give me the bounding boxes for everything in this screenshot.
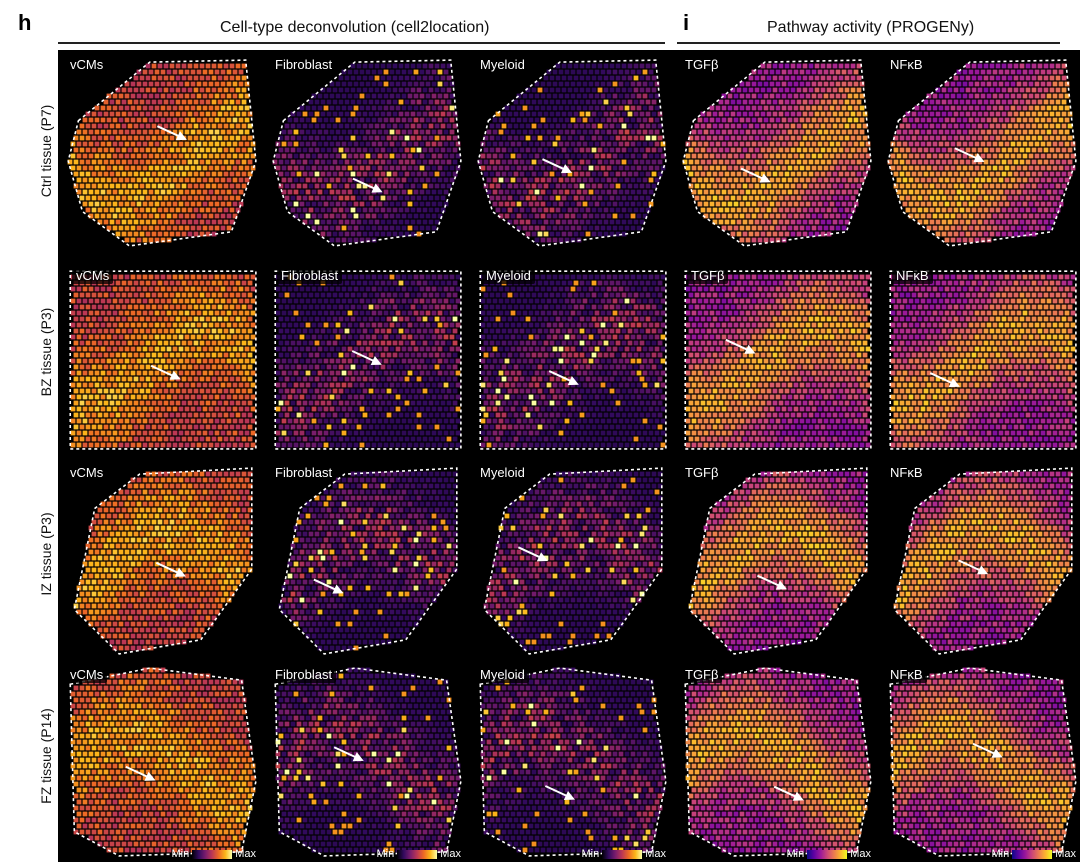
spatial-spot-map bbox=[483, 467, 663, 655]
spatial-spot-map bbox=[272, 59, 462, 247]
spatial-spot-map bbox=[887, 59, 1077, 247]
panel-label-fibroblast: Fibroblast bbox=[271, 56, 337, 73]
colorbar-min-label: Min bbox=[376, 848, 395, 860]
spatial-spot-map bbox=[274, 667, 462, 857]
panel-h-rule bbox=[58, 42, 665, 44]
panel-h-title: Cell-type deconvolution (cell2location) bbox=[220, 19, 490, 36]
panel-label-myeloid: Myeloid bbox=[476, 56, 529, 73]
colorbar-max-label: Max bbox=[235, 848, 256, 860]
panel-bz-fibroblast: Fibroblast bbox=[263, 255, 467, 457]
colorbar-gradient bbox=[1012, 849, 1053, 859]
panel-label-nfkb: NFκB bbox=[886, 56, 927, 73]
panel-iz-myeloid: Myeloid bbox=[468, 458, 672, 660]
panel-ctrl-fibroblast: Fibroblast bbox=[263, 50, 467, 252]
panel-label-tgfb: TGFβ bbox=[681, 464, 723, 481]
panel-iz-vcms: vCMs bbox=[58, 458, 262, 660]
panel-iz-tgfb: TGFβ bbox=[673, 458, 877, 660]
panel-ctrl-tgfb: TGFβ bbox=[673, 50, 877, 252]
panel-label-nfkb: NFκB bbox=[886, 666, 927, 683]
panel-iz-nfkb: NFκB bbox=[878, 458, 1080, 660]
panel-bz-myeloid: Myeloid bbox=[468, 255, 672, 457]
panel-fz-vcms: vCMs Min Max bbox=[58, 660, 262, 862]
colorbar-min-label: Min bbox=[991, 848, 1010, 860]
colorbar-max-label: Max bbox=[645, 848, 666, 860]
colorbar-max-label: Max bbox=[1055, 848, 1076, 860]
panel-ctrl-nfkb: NFκB bbox=[878, 50, 1080, 252]
panel-label-fibroblast: Fibroblast bbox=[277, 267, 343, 284]
spatial-spot-map bbox=[684, 667, 872, 857]
colorbar: Min Max bbox=[991, 848, 1076, 860]
panel-fz-nfkb: NFκB Min Max bbox=[878, 660, 1080, 862]
panel-label-tgfb: TGFβ bbox=[681, 56, 723, 73]
panel-label-vcms: vCMs bbox=[66, 464, 108, 481]
panel-label-tgfb: TGFβ bbox=[681, 666, 723, 683]
colorbar-max-label: Max bbox=[440, 848, 461, 860]
panel-letter-i: i bbox=[683, 10, 690, 35]
panel-i-rule bbox=[677, 42, 1060, 44]
colorbar-max-label: Max bbox=[850, 848, 871, 860]
spatial-spot-map bbox=[889, 270, 1077, 450]
spatial-spot-map bbox=[73, 467, 253, 655]
panel-label-vcms: vCMs bbox=[66, 666, 108, 683]
panel-fz-tgfb: TGFβ Min Max bbox=[673, 660, 877, 862]
colorbar: Min Max bbox=[376, 848, 461, 860]
panel-bz-vcms: vCMs bbox=[58, 255, 262, 457]
panel-i-title: Pathway activity (PROGENy) bbox=[767, 19, 975, 36]
spatial-map-grid: vCMs Fibroblast Myeloid TGFβ NFκB vCMs Fibrobl… bbox=[58, 50, 1080, 862]
panel-ctrl-vcms: vCMs bbox=[58, 50, 262, 252]
panel-label-fibroblast: Fibroblast bbox=[271, 464, 337, 481]
colorbar-gradient bbox=[807, 849, 848, 859]
colorbar-gradient bbox=[192, 849, 233, 859]
colorbar-min-label: Min bbox=[171, 848, 190, 860]
panel-label-vcms: vCMs bbox=[72, 267, 114, 284]
panel-ctrl-myeloid: Myeloid bbox=[468, 50, 672, 252]
spatial-spot-map bbox=[479, 667, 667, 857]
panel-bz-tgfb: TGFβ bbox=[673, 255, 877, 457]
colorbar: Min Max bbox=[786, 848, 871, 860]
panel-label-nfkb: NFκB bbox=[892, 267, 933, 284]
colorbar-min-label: Min bbox=[581, 848, 600, 860]
spatial-spot-map bbox=[682, 59, 872, 247]
panel-label-myeloid: Myeloid bbox=[476, 464, 529, 481]
panel-fz-myeloid: Myeloid Min Max bbox=[468, 660, 672, 862]
colorbar: Min Max bbox=[581, 848, 666, 860]
colorbar: Min Max bbox=[171, 848, 256, 860]
panel-iz-fibroblast: Fibroblast bbox=[263, 458, 467, 660]
panel-label-myeloid: Myeloid bbox=[476, 666, 529, 683]
spatial-spot-map bbox=[477, 59, 667, 247]
spatial-spot-map bbox=[69, 270, 257, 450]
colorbar-gradient bbox=[602, 849, 643, 859]
panel-label-tgfb: TGFβ bbox=[687, 267, 729, 284]
spatial-spot-map bbox=[893, 467, 1073, 655]
colorbar-min-label: Min bbox=[786, 848, 805, 860]
spatial-spot-map bbox=[67, 59, 257, 247]
panel-label-vcms: vCMs bbox=[66, 56, 108, 73]
panel-label-fibroblast: Fibroblast bbox=[271, 666, 337, 683]
panel-bz-nfkb: NFκB bbox=[878, 255, 1080, 457]
spatial-spot-map bbox=[479, 270, 667, 450]
panel-label-myeloid: Myeloid bbox=[482, 267, 535, 284]
spatial-spot-map bbox=[688, 467, 868, 655]
panel-label-nfkb: NFκB bbox=[886, 464, 927, 481]
spatial-spot-map bbox=[278, 467, 458, 655]
spatial-spot-map bbox=[684, 270, 872, 450]
panel-fz-fibroblast: Fibroblast Min Max bbox=[263, 660, 467, 862]
spatial-spot-map bbox=[889, 667, 1077, 857]
spatial-spot-map bbox=[274, 270, 462, 450]
panel-letter-h: h bbox=[18, 10, 32, 35]
spatial-spot-map bbox=[69, 667, 257, 857]
colorbar-gradient bbox=[397, 849, 438, 859]
